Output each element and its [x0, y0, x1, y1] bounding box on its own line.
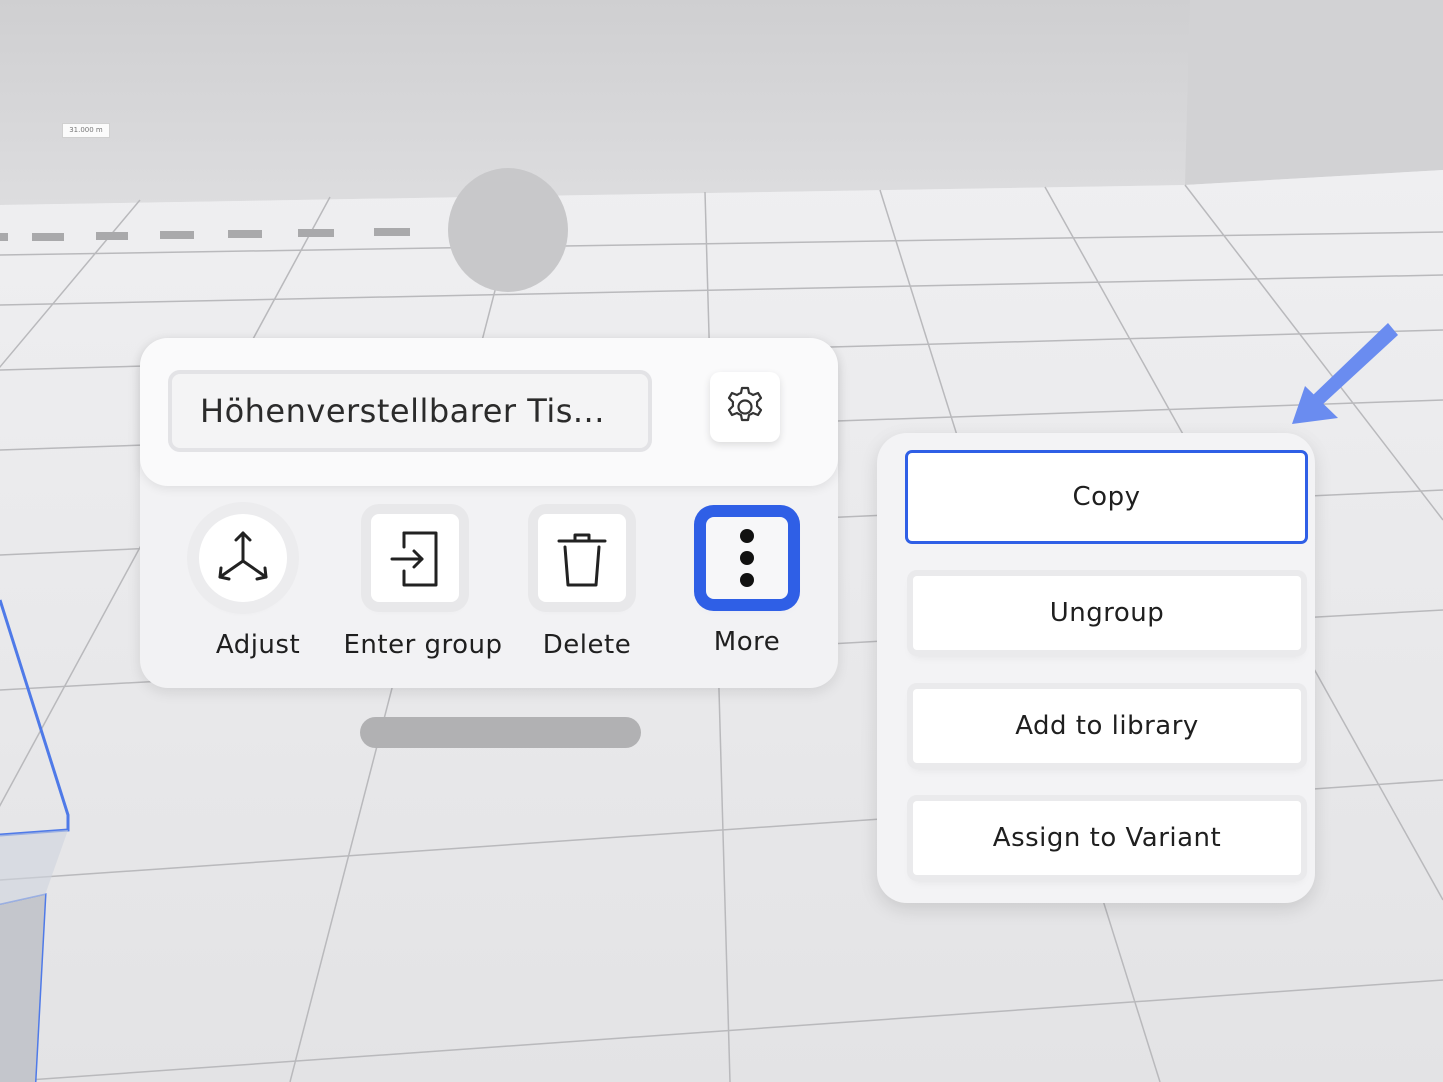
menu-item-assign-to-variant[interactable]: Assign to Variant	[913, 801, 1301, 875]
adjust-button[interactable]	[188, 503, 298, 613]
more-vertical-icon	[740, 529, 754, 587]
trash-icon	[557, 533, 607, 587]
panel-drag-handle[interactable]	[360, 717, 641, 748]
settings-button[interactable]	[710, 372, 780, 442]
enter-group-icon	[390, 531, 438, 587]
dimension-label: 31.000 m	[62, 123, 110, 138]
adjust-label: Adjust	[215, 630, 301, 660]
gear-icon	[727, 386, 763, 422]
delete-label: Delete	[542, 630, 632, 660]
menu-item-ungroup[interactable]: Ungroup	[913, 576, 1301, 650]
panel-header: Höhenverstellbarer Tis...	[140, 338, 838, 486]
menu-item-copy[interactable]: Copy	[908, 453, 1305, 541]
more-menu: Copy Ungroup Add to library Assign to Va…	[877, 433, 1315, 903]
enter-group-label: Enter group	[343, 630, 503, 660]
object-context-panel: Höhenverstellbarer Tis... Adjust Enter g…	[140, 338, 838, 688]
more-button[interactable]	[692, 503, 802, 613]
delete-button[interactable]	[527, 503, 637, 613]
more-label: More	[713, 627, 781, 657]
object-name-field[interactable]: Höhenverstellbarer Tis...	[168, 370, 652, 452]
enter-group-button[interactable]	[360, 503, 470, 613]
axes-move-icon	[218, 531, 268, 581]
menu-item-add-to-library[interactable]: Add to library	[913, 689, 1301, 763]
